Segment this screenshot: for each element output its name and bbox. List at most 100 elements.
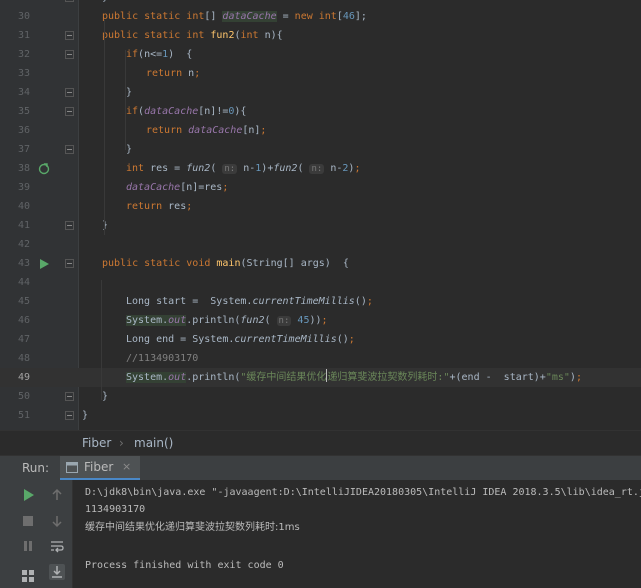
code-line[interactable]: 34} xyxy=(0,83,641,102)
code-line[interactable]: 41} xyxy=(0,216,641,235)
line-number[interactable]: 42 xyxy=(0,235,30,254)
code-token: out xyxy=(168,315,187,326)
fold-marker-icon[interactable] xyxy=(65,411,74,420)
code-token: [] xyxy=(204,11,223,22)
code-line[interactable]: 49 System.out.println("缓存中间结果优化递归算斐波拉契数列耗… xyxy=(0,368,641,387)
line-number[interactable]: 47 xyxy=(0,330,30,349)
code-line[interactable]: 44 xyxy=(0,273,641,292)
close-icon[interactable]: × xyxy=(122,460,131,473)
stop-icon[interactable] xyxy=(20,513,36,529)
fold-marker-icon[interactable] xyxy=(65,145,74,154)
code-text: return n; xyxy=(146,64,200,83)
line-number[interactable]: 39 xyxy=(0,178,30,197)
code-line[interactable]: 36 return dataCache[n]; xyxy=(0,121,641,140)
recursive-call-icon[interactable] xyxy=(38,163,50,175)
code-line[interactable]: 30 public static int[] dataCache = new in… xyxy=(0,7,641,26)
code-line[interactable]: 37} xyxy=(0,140,641,159)
breadcrumb-method[interactable]: main() xyxy=(134,436,173,450)
code-line[interactable]: 42 xyxy=(0,235,641,254)
line-number[interactable]: 43 xyxy=(0,254,30,273)
code-line[interactable]: 35 if(dataCache[n]!=0){ xyxy=(0,102,641,121)
rerun-icon[interactable] xyxy=(20,487,36,503)
code-token: ; xyxy=(575,372,582,383)
code-token: } xyxy=(82,410,89,421)
line-number[interactable]: 41 xyxy=(0,216,30,235)
code-token: //1134903170 xyxy=(126,353,199,364)
line-number[interactable]: 33 xyxy=(0,64,30,83)
line-number[interactable]: 35 xyxy=(0,102,30,121)
run-gutter-icon[interactable] xyxy=(38,258,50,270)
fold-marker-icon[interactable] xyxy=(65,259,74,268)
code-text: Long start = System.currentTimeMillis(); xyxy=(126,292,373,311)
code-token: n){ xyxy=(264,30,283,41)
tab-fiber[interactable]: Fiber × xyxy=(60,456,140,481)
code-token: } xyxy=(102,220,109,231)
line-number[interactable]: 51 xyxy=(0,406,30,425)
line-number[interactable]: 46 xyxy=(0,311,30,330)
code-token: currentTimeMillis xyxy=(234,334,337,345)
line-number[interactable]: 34 xyxy=(0,83,30,102)
line-number[interactable]: 30 xyxy=(0,7,30,26)
code-token: "ms" xyxy=(545,372,570,383)
code-token: main xyxy=(216,258,241,269)
breadcrumb-class[interactable]: Fiber xyxy=(82,436,111,450)
pause-icon[interactable] xyxy=(20,538,36,554)
line-number[interactable]: 29 xyxy=(0,0,30,7)
line-number[interactable]: 37 xyxy=(0,140,30,159)
fold-marker-icon[interactable] xyxy=(65,88,74,97)
fold-marker-icon[interactable] xyxy=(65,392,74,401)
scroll-to-end-icon[interactable] xyxy=(49,564,65,580)
fold-marker-icon[interactable] xyxy=(65,107,74,116)
line-number[interactable]: 50 xyxy=(0,387,30,406)
fold-marker-icon[interactable] xyxy=(65,221,74,230)
code-token: Long end = System. xyxy=(126,334,235,345)
line-number[interactable]: 31 xyxy=(0,26,30,45)
application-icon xyxy=(66,462,78,473)
code-token: dataCache xyxy=(126,182,181,193)
line-number[interactable]: 38 xyxy=(0,159,30,178)
line-number[interactable]: 48 xyxy=(0,349,30,368)
code-token: )) xyxy=(309,315,322,326)
code-line[interactable]: 29} xyxy=(0,0,641,7)
code-token: n- xyxy=(324,163,343,174)
line-number[interactable]: 32 xyxy=(0,45,30,64)
code-editor[interactable]: 29}30public static int[] dataCache = new… xyxy=(0,0,641,430)
code-line[interactable]: 38 int res = fun2( n: n-1)+fun2( n: n-2); xyxy=(0,159,641,178)
code-line[interactable]: 33 return n; xyxy=(0,64,641,83)
code-token: return xyxy=(126,201,169,212)
scroll-down-icon[interactable] xyxy=(49,513,65,529)
line-number[interactable]: 45 xyxy=(0,292,30,311)
line-number[interactable]: 44 xyxy=(0,273,30,292)
code-token: .println( xyxy=(186,315,241,326)
line-number[interactable]: 36 xyxy=(0,121,30,140)
code-token: ; xyxy=(354,163,361,174)
tab-label: Fiber xyxy=(84,460,114,474)
code-token: (String[] args) { xyxy=(240,258,349,269)
code-text: if(dataCache[n]!=0){ xyxy=(126,102,246,121)
soft-wrap-icon[interactable] xyxy=(49,538,65,554)
layout-icon[interactable] xyxy=(20,568,36,584)
line-number[interactable]: 40 xyxy=(0,197,30,216)
code-line[interactable]: 51} xyxy=(0,406,641,425)
code-line[interactable]: 32 if(n<=1) { xyxy=(0,45,641,64)
code-line[interactable]: 43 public static void main(String[] args)… xyxy=(0,254,641,273)
run-console-panel: D:\jdk8\bin\java.exe "-javaagent:D:\Inte… xyxy=(0,480,641,588)
fold-marker-icon[interactable] xyxy=(65,31,74,40)
code-line[interactable]: 46 System.out.println(fun2( n: 45)); xyxy=(0,311,641,330)
fold-marker-icon[interactable] xyxy=(65,0,74,2)
code-token: [n]!= xyxy=(198,106,229,117)
code-token: public static void xyxy=(102,258,217,269)
code-line[interactable]: 50} xyxy=(0,387,641,406)
code-line[interactable]: 39 dataCache[n]=res; xyxy=(0,178,641,197)
code-line[interactable]: 40 return res; xyxy=(0,197,641,216)
code-line[interactable]: 31 public static int fun2(int n){ xyxy=(0,26,641,45)
line-number[interactable]: 49 xyxy=(0,368,30,387)
code-line[interactable]: 48 //1134903170 xyxy=(0,349,641,368)
code-token: "缓存中间结果优化 xyxy=(240,372,327,383)
code-line[interactable]: 47 Long end = System.currentTimeMillis(); xyxy=(0,330,641,349)
code-line[interactable]: 45 Long start = System.currentTimeMillis(… xyxy=(0,292,641,311)
indent-guide xyxy=(104,20,105,235)
fold-marker-icon[interactable] xyxy=(65,50,74,59)
code-token: int xyxy=(186,30,211,41)
scroll-up-icon[interactable] xyxy=(49,487,65,503)
